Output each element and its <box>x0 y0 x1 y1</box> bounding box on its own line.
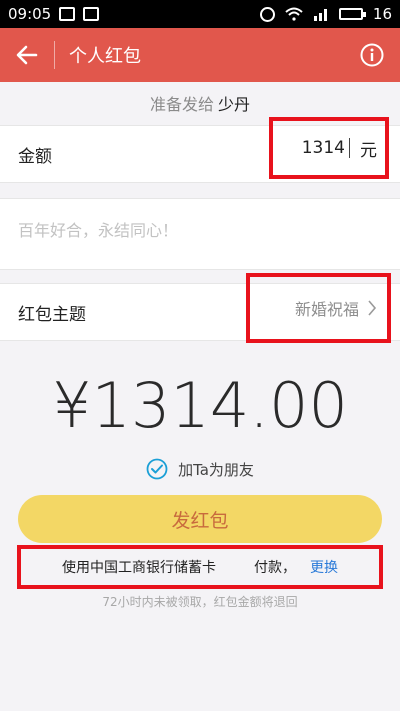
theme-label: 红包主题 <box>18 304 86 325</box>
wifi-icon <box>285 7 303 21</box>
battery-icon <box>338 8 366 20</box>
amount-label: 金额 <box>18 146 52 167</box>
send-red-packet-button[interactable]: 发红包 <box>18 495 382 543</box>
notification-icon <box>59 7 76 21</box>
nav-divider <box>54 41 55 69</box>
image-icon <box>83 7 100 21</box>
recipient-prefix: 准备发给 <box>149 95 214 114</box>
info-icon[interactable] <box>360 43 384 67</box>
amount-input[interactable]: 1314 元 <box>269 117 389 179</box>
chevron-right-icon <box>368 300 377 316</box>
payment-text-before: 使用中国工商银行储蓄卡 <box>62 560 216 576</box>
status-time: 09:05 <box>8 5 52 23</box>
signal-icon <box>313 9 327 21</box>
change-payment-link[interactable]: 更换 <box>310 557 338 577</box>
nav-bar: 个人红包 <box>0 28 400 82</box>
back-arrow-icon[interactable] <box>0 28 54 82</box>
text-cursor <box>349 138 350 158</box>
status-bar: 09:05 16 <box>0 0 400 28</box>
add-friend-toggle[interactable]: 加Ta为朋友 <box>0 455 400 483</box>
alarm-icon <box>259 6 275 22</box>
theme-value: 新婚祝福 <box>294 300 359 319</box>
amount-unit: 元 <box>360 140 377 161</box>
page-title: 个人红包 <box>69 46 141 67</box>
payment-text-after: 付款， <box>254 560 296 576</box>
theme-select[interactable]: 新婚祝福 <box>246 273 391 343</box>
amount-value: 1314 <box>301 138 345 158</box>
recipient-name: 少丹 <box>218 95 251 114</box>
display-amount: ¥1314.00 <box>52 368 348 442</box>
message-input[interactable]: 百年好合，永结同心！ <box>0 198 400 270</box>
message-placeholder: 百年好合，永结同心！ <box>18 221 179 240</box>
payment-method: 使用中国工商银行储蓄卡 付款， 更换 <box>17 545 383 589</box>
checkmark-circle-icon[interactable] <box>146 458 168 480</box>
battery-level: 16 <box>372 5 392 23</box>
add-friend-label: 加Ta为朋友 <box>178 460 254 479</box>
refund-notice: 72小时内未被领取，红包金额将退回 <box>102 594 298 609</box>
